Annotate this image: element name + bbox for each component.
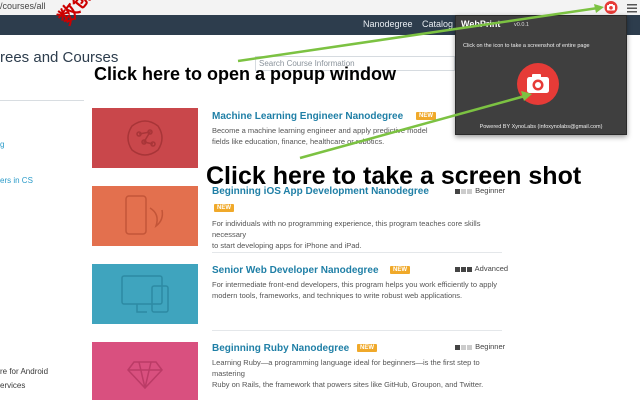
annotation-screenshot-hint: Click here to take a screen shot (206, 162, 582, 190)
arrow-popup-line (237, 6, 599, 63)
arrow-screenshot-head (521, 91, 532, 101)
annotation-arrows (237, 4, 604, 160)
arrow-popup-head (594, 4, 604, 13)
arrow-screenshot-line (299, 94, 526, 160)
annotation-popup-hint: Click here to open a popup window (94, 64, 397, 84)
